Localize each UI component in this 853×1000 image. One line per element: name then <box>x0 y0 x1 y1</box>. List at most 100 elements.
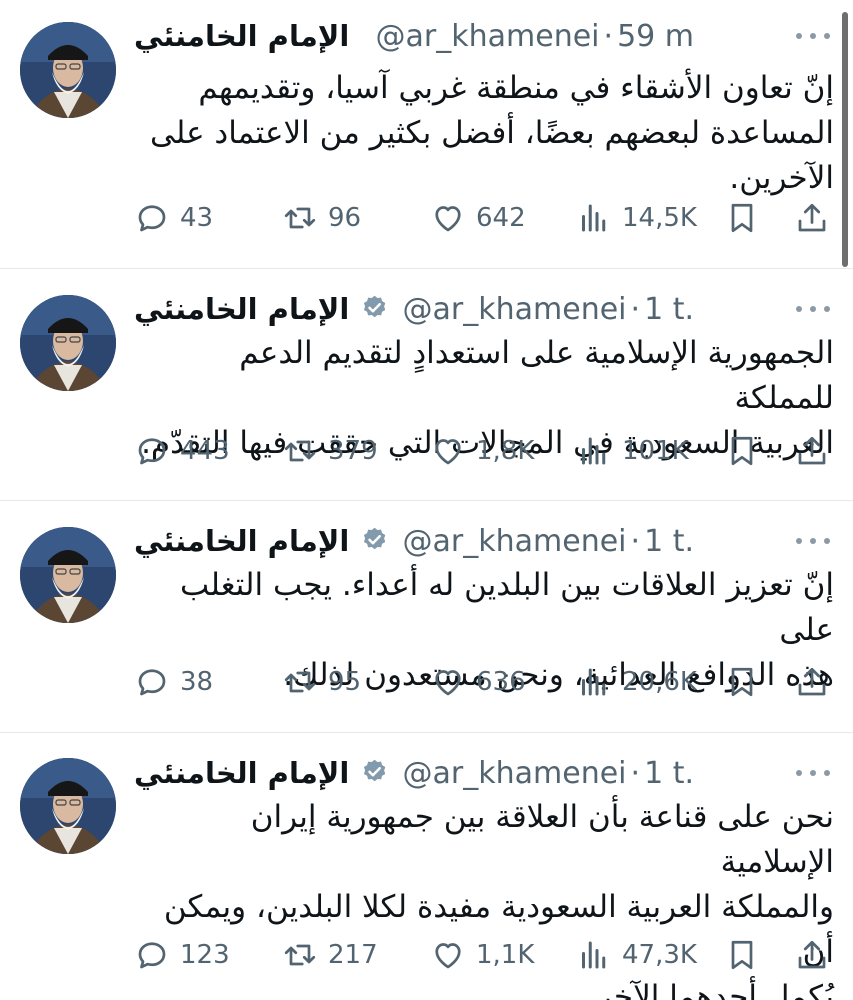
timestamp[interactable]: 1 t. <box>644 756 694 791</box>
repost-icon <box>282 937 318 973</box>
reply-count: 38 <box>180 667 214 697</box>
share-icon <box>794 937 830 973</box>
reply-count: 443 <box>180 436 230 466</box>
repost-button[interactable]: 379 <box>282 433 378 469</box>
tweet-actions: 43 96 642 14,5K <box>0 200 853 240</box>
timestamp[interactable]: 59 m <box>617 19 694 54</box>
display-name[interactable]: الإمام الخامنئي <box>134 524 349 558</box>
views-count: 101K <box>622 436 689 466</box>
reply-icon <box>134 937 170 973</box>
bookmark-button[interactable] <box>724 433 760 469</box>
share-button[interactable] <box>794 664 830 700</box>
repost-count: 217 <box>328 940 378 970</box>
repost-icon <box>282 200 318 236</box>
reply-button[interactable]: 43 <box>134 200 213 236</box>
avatar[interactable] <box>20 758 116 854</box>
share-button[interactable] <box>794 433 830 469</box>
like-button[interactable]: 636 <box>430 664 526 700</box>
bookmark-icon <box>724 200 760 236</box>
verified-badge-icon <box>361 526 388 556</box>
like-button[interactable]: 1,1K <box>430 937 534 973</box>
scrollbar-thumb[interactable] <box>842 12 848 267</box>
display-name[interactable]: الإمام الخامنئي <box>134 19 349 53</box>
tweet-text-line: الآخرين. <box>729 160 834 196</box>
tweet[interactable]: الإمام الخامنئي @ar_khamenei · 59 m إنّ … <box>0 0 853 268</box>
bookmark-button[interactable] <box>724 200 760 236</box>
like-count: 1,1K <box>476 940 535 970</box>
share-icon <box>794 664 830 700</box>
more-icon[interactable] <box>796 536 830 546</box>
tweet-actions: 443 379 1,8K 101K <box>0 433 853 473</box>
display-name[interactable]: الإمام الخامنئي <box>134 292 349 326</box>
bookmark-icon <box>724 433 760 469</box>
user-handle[interactable]: @ar_khamenei <box>403 756 627 791</box>
views-icon <box>576 937 612 973</box>
tweet-header: الإمام الخامنئي @ar_khamenei · 1 t. <box>134 753 694 793</box>
tweet-text: إنّ تعاون الأشقاء في منطقة غربي آسيا، وت… <box>134 66 834 201</box>
tweet-header: الإمام الخامنئي @ar_khamenei · 1 t. <box>134 521 694 561</box>
tweet-text-line: يُكمل أحدهما الآخر. <box>586 979 834 1000</box>
views-button[interactable]: 20,6K <box>576 664 697 700</box>
tweet-actions: 38 95 636 20,6K <box>0 664 853 704</box>
more-icon[interactable] <box>796 304 830 314</box>
reply-button[interactable]: 38 <box>134 664 213 700</box>
separator-dot: · <box>603 18 614 54</box>
user-handle[interactable]: @ar_khamenei <box>376 19 600 54</box>
views-count: 20,6K <box>622 667 697 697</box>
heart-icon <box>430 937 466 973</box>
tweet[interactable]: الإمام الخامنئي @ar_khamenei · 1 t. إنّ … <box>0 501 853 732</box>
tweet-header: الإمام الخامنئي @ar_khamenei · 59 m <box>134 16 694 56</box>
separator-dot: · <box>630 523 641 559</box>
tweet-actions: 123 217 1,1K 47,3K <box>0 937 853 977</box>
like-count: 636 <box>476 667 526 697</box>
bookmark-button[interactable] <box>724 664 760 700</box>
reply-icon <box>134 200 170 236</box>
tweet-text-line: الجمهورية الإسلامية على استعدادٍ لتقديم … <box>239 335 834 416</box>
share-button[interactable] <box>794 937 830 973</box>
timestamp[interactable]: 1 t. <box>644 292 694 327</box>
timeline-feed: الإمام الخامنئي @ar_khamenei · 59 m إنّ … <box>0 0 853 1000</box>
reply-button[interactable]: 443 <box>134 433 230 469</box>
repost-button[interactable]: 96 <box>282 200 361 236</box>
timestamp[interactable]: 1 t. <box>644 524 694 559</box>
repost-count: 379 <box>328 436 378 466</box>
tweet-text-line: المساعدة لبعضهم بعضًا، أفضل بكثير من الا… <box>149 115 834 151</box>
avatar[interactable] <box>20 295 116 391</box>
views-icon <box>576 664 612 700</box>
user-handle[interactable]: @ar_khamenei <box>403 524 627 559</box>
bookmark-button[interactable] <box>724 937 760 973</box>
like-count: 642 <box>476 203 526 233</box>
reply-count: 123 <box>180 940 230 970</box>
heart-icon <box>430 433 466 469</box>
tweet[interactable]: الإمام الخامنئي @ar_khamenei · 1 t. الجم… <box>0 269 853 500</box>
views-count: 14,5K <box>622 203 697 233</box>
tweet-text-line: إنّ تعزيز العلاقات بين البلدين له أعداء.… <box>180 567 834 648</box>
like-button[interactable]: 642 <box>430 200 526 236</box>
repost-icon <box>282 433 318 469</box>
like-button[interactable]: 1,8K <box>430 433 534 469</box>
views-button[interactable]: 47,3K <box>576 937 697 973</box>
reply-icon <box>134 664 170 700</box>
share-icon <box>794 433 830 469</box>
views-icon <box>576 200 612 236</box>
separator-dot: · <box>630 755 641 791</box>
views-count: 47,3K <box>622 940 697 970</box>
display-name[interactable]: الإمام الخامنئي <box>134 756 349 790</box>
tweet[interactable]: الإمام الخامنئي @ar_khamenei · 1 t. نحن … <box>0 733 853 1000</box>
avatar[interactable] <box>20 527 116 623</box>
tweet-text-line: إنّ تعاون الأشقاء في منطقة غربي آسيا، وت… <box>198 70 834 106</box>
reply-button[interactable]: 123 <box>134 937 230 973</box>
user-handle[interactable]: @ar_khamenei <box>403 292 627 327</box>
repost-button[interactable]: 95 <box>282 664 361 700</box>
more-icon[interactable] <box>796 768 830 778</box>
share-icon <box>794 200 830 236</box>
more-icon[interactable] <box>796 31 830 41</box>
separator-dot: · <box>630 291 641 327</box>
views-button[interactable]: 101K <box>576 433 689 469</box>
repost-count: 96 <box>328 203 362 233</box>
bookmark-icon <box>724 937 760 973</box>
avatar[interactable] <box>20 22 116 118</box>
views-button[interactable]: 14,5K <box>576 200 697 236</box>
repost-button[interactable]: 217 <box>282 937 378 973</box>
share-button[interactable] <box>794 200 830 236</box>
